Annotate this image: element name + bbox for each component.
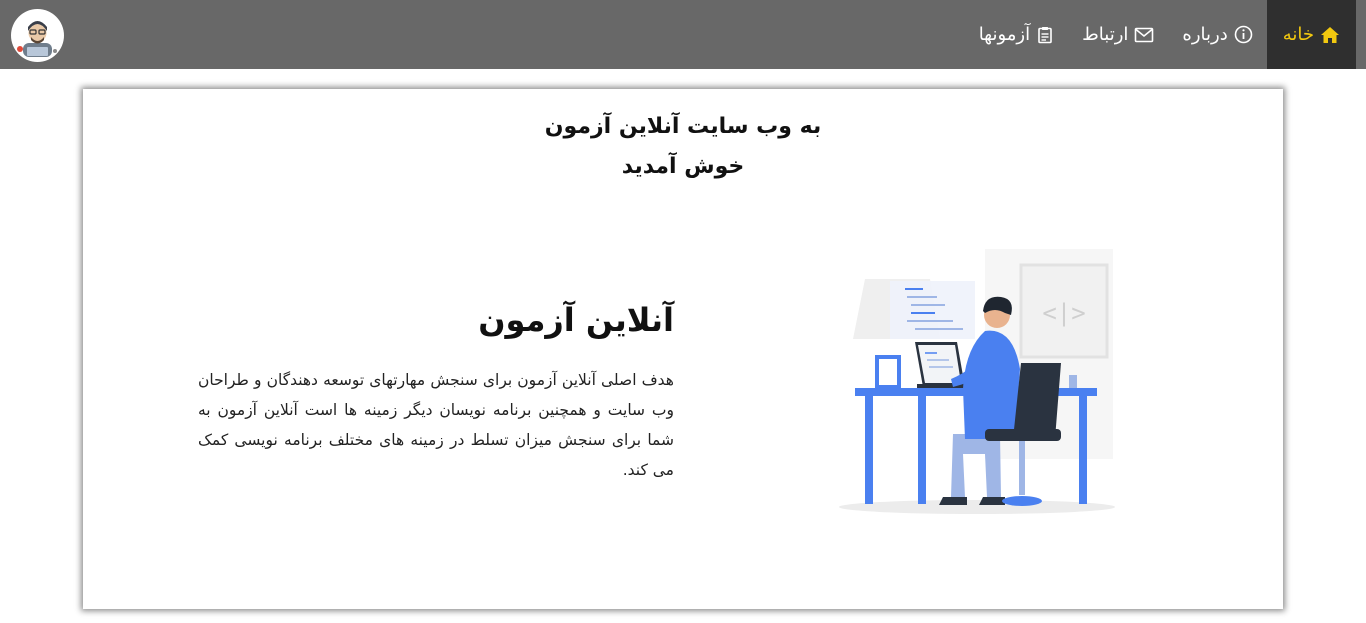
developer-avatar-icon bbox=[11, 9, 64, 62]
info-icon bbox=[1234, 25, 1253, 44]
code-tag-text: <|> bbox=[1042, 299, 1085, 327]
nav-item-label: درباره bbox=[1182, 24, 1228, 45]
home-icon bbox=[1320, 26, 1340, 44]
nav-item-about[interactable]: درباره bbox=[1168, 0, 1266, 69]
mail-icon bbox=[1134, 27, 1154, 43]
clipboard-icon bbox=[1036, 26, 1054, 44]
nav-item-label: خانه bbox=[1282, 24, 1314, 45]
site-logo-avatar[interactable] bbox=[11, 9, 64, 62]
welcome-heading: به وب سایت آنلاین آزمون خوش آمدید bbox=[83, 107, 1283, 187]
nav-item-label: آزمونها bbox=[978, 24, 1031, 45]
intro-paragraph: هدف اصلی آنلاین آزمون برای سنجش مهارتهای… bbox=[198, 371, 674, 479]
nav-menu: آزمونها ارتباط درباره خانه bbox=[965, 0, 1356, 69]
top-navbar: آزمونها ارتباط درباره خانه bbox=[0, 0, 1366, 69]
welcome-line-2: خوش آمدید bbox=[621, 154, 745, 179]
nav-item-label: ارتباط bbox=[1082, 24, 1129, 45]
nav-item-home[interactable]: خانه bbox=[1266, 0, 1356, 69]
welcome-line-1: به وب سایت آنلاین آزمون bbox=[544, 114, 822, 139]
main-card: به وب سایت آنلاین آزمون خوش آمدید آنلاین… bbox=[83, 89, 1283, 609]
intro-title: آنلاین آزمون bbox=[478, 301, 674, 339]
nav-item-exams[interactable]: آزمونها bbox=[965, 0, 1068, 69]
developer-at-desk-illustration: <|> bbox=[825, 239, 1135, 519]
nav-item-contact[interactable]: ارتباط bbox=[1068, 0, 1168, 69]
